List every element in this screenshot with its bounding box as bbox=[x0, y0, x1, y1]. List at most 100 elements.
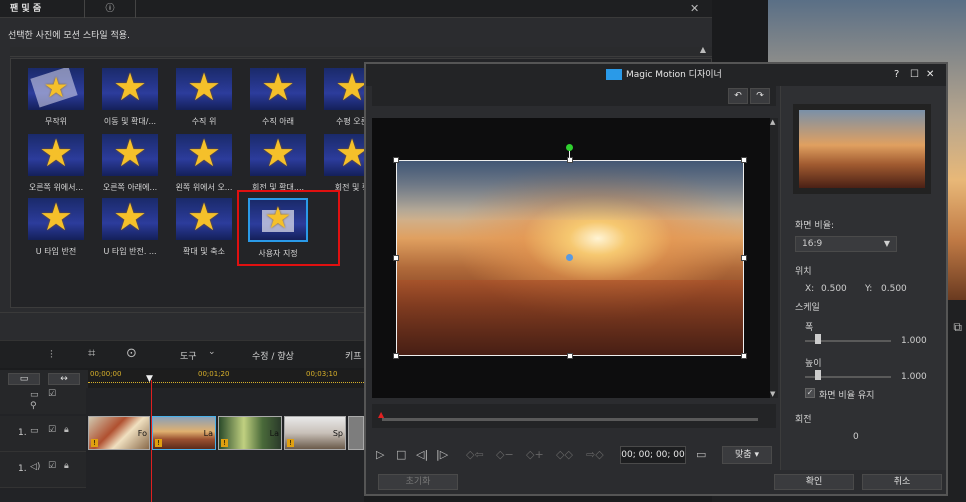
timecode-display[interactable]: 00; 00; 00; 00 bbox=[620, 446, 686, 464]
reset-button[interactable]: 초기화 bbox=[378, 474, 458, 490]
safe-zone-icon[interactable]: ▭ bbox=[696, 448, 706, 461]
maximize-icon[interactable]: ☐ bbox=[910, 64, 919, 86]
scroll-up-icon[interactable]: ▲ bbox=[770, 118, 775, 126]
resize-handle[interactable] bbox=[567, 353, 573, 359]
resize-handle[interactable] bbox=[741, 255, 747, 261]
next-keyframe-icon[interactable]: ⇨◇ bbox=[586, 448, 604, 461]
monitor-icon: ▭ bbox=[30, 390, 39, 400]
undo-icon[interactable]: ↶ bbox=[728, 88, 748, 104]
y-value[interactable]: 0.500 bbox=[881, 284, 907, 294]
keyframe-marker[interactable]: ▲ bbox=[378, 410, 384, 419]
tile-label: 수직 아래 bbox=[262, 117, 294, 126]
style-tile-custom[interactable]: ★ 사용자 지정 bbox=[246, 198, 310, 268]
x-value[interactable]: 0.500 bbox=[821, 284, 847, 294]
resize-handle[interactable] bbox=[741, 353, 747, 359]
clip-landscape-1[interactable]: La ! bbox=[152, 416, 216, 450]
close-icon[interactable]: ✕ bbox=[926, 64, 934, 86]
star-icon: ★ bbox=[112, 198, 148, 240]
resize-handle[interactable] bbox=[393, 255, 399, 261]
close-icon[interactable]: ✕ bbox=[690, 2, 699, 15]
style-tile-zoom-in-out[interactable]: ★ 확대 및 축소 bbox=[172, 198, 236, 268]
center-point-handle[interactable] bbox=[566, 254, 573, 261]
resize-handle[interactable] bbox=[567, 157, 573, 163]
clip-food[interactable]: Fo ! bbox=[88, 416, 150, 450]
star-icon: ★ bbox=[186, 198, 222, 240]
style-tile-vertical-up[interactable]: ★ 수직 위 bbox=[172, 68, 236, 138]
tile-label: 오른쪽 아래에... bbox=[102, 183, 158, 192]
lock-icon[interactable]: 🔒︎ bbox=[64, 461, 69, 471]
crop-icon[interactable]: ⌗ bbox=[88, 346, 95, 361]
add-keyframe-icon[interactable]: ◇+ bbox=[526, 448, 544, 461]
width-slider-thumb[interactable] bbox=[815, 334, 821, 344]
style-tile-bottom-right[interactable]: ★ 오른쪽 아래에... bbox=[98, 134, 162, 204]
aspect-ratio-select[interactable]: 16:9 ▼ bbox=[795, 236, 897, 252]
help-button[interactable]: ? bbox=[894, 64, 899, 86]
stop-icon[interactable]: □ bbox=[396, 448, 406, 461]
clip-sport[interactable]: Sp ! bbox=[284, 416, 346, 450]
keyframe-track[interactable]: ▲ bbox=[372, 404, 776, 428]
storyboard-view-icon[interactable]: ▭ bbox=[8, 373, 40, 385]
aspect-ratio-label: 화면 비율: bbox=[795, 221, 835, 231]
next-frame-icon[interactable]: |▷ bbox=[436, 448, 448, 461]
style-tile-u-flip[interactable]: ★ U 타입 반전 bbox=[24, 198, 88, 268]
prev-frame-icon[interactable]: ◁| bbox=[416, 448, 428, 461]
tab-pan-zoom[interactable]: 팬 및 줌 bbox=[0, 0, 51, 18]
redo-icon[interactable]: ↷ bbox=[750, 88, 770, 104]
resize-handle[interactable] bbox=[393, 157, 399, 163]
style-tile-move-zoom[interactable]: ★ 이동 및 확대/... bbox=[98, 68, 162, 138]
info-icon[interactable]: ⓘ bbox=[84, 0, 136, 18]
app-logo-icon bbox=[606, 69, 622, 80]
resize-handle[interactable] bbox=[741, 157, 747, 163]
prev-keyframe-icon[interactable]: ◇⇦ bbox=[466, 448, 484, 461]
tools-menu[interactable]: 도구 bbox=[180, 349, 197, 362]
width-value[interactable]: 1.000 bbox=[901, 336, 927, 346]
dropdown-circle-icon[interactable]: ⊙ bbox=[126, 346, 137, 361]
cancel-button[interactable]: 취소 bbox=[862, 474, 942, 490]
star-icon: ★ bbox=[112, 68, 148, 110]
style-tile-random[interactable]: ★ 무작위 bbox=[24, 68, 88, 138]
checkbox-icon[interactable]: ☑ bbox=[48, 461, 56, 471]
clip-partial[interactable] bbox=[348, 416, 364, 450]
ok-button[interactable]: 확인 bbox=[774, 474, 854, 490]
duplicate-keyframe-icon[interactable]: ◇◇ bbox=[556, 448, 573, 461]
preview-scrollbar[interactable]: ▲ ▼ bbox=[770, 118, 778, 398]
resize-handle[interactable] bbox=[393, 353, 399, 359]
checkbox-icon[interactable]: ☑ bbox=[48, 425, 56, 435]
play-icon[interactable]: ▷ bbox=[376, 448, 384, 461]
lock-icon[interactable]: 🔒︎ bbox=[64, 425, 69, 435]
edit-enhance-button[interactable]: 수정 / 향상 bbox=[252, 349, 294, 362]
external-link-icon[interactable]: ⧉ bbox=[953, 320, 962, 335]
clip-landscape-2[interactable]: La ! bbox=[218, 416, 282, 450]
checkbox-icon[interactable]: ☑ bbox=[48, 389, 56, 399]
preview-stage[interactable] bbox=[372, 118, 770, 398]
style-tile-top-left[interactable]: ★ 왼쪽 위에서 오... bbox=[172, 134, 236, 204]
scroll-up-icon[interactable]: ▲ bbox=[700, 45, 706, 54]
timeline-ruler[interactable]: 00;00;00 00;01;20 00;03;10 ▼ bbox=[88, 370, 364, 388]
keep-ratio-checkbox[interactable]: ✓ bbox=[805, 388, 815, 398]
height-slider-thumb[interactable] bbox=[815, 370, 821, 380]
fit-timeline-icon[interactable]: ↔ bbox=[48, 373, 80, 385]
style-tile-u-flip-2[interactable]: ★ U 타입 반전. ... bbox=[98, 198, 162, 268]
split-icon[interactable]: ⫶ bbox=[50, 348, 53, 362]
undo-redo-bar: ↶ ↷ bbox=[372, 86, 776, 106]
remove-keyframe-icon[interactable]: ◇− bbox=[496, 448, 514, 461]
style-tile-top-right[interactable]: ★ 오른쪽 위에서... bbox=[24, 134, 88, 204]
audio-track-icon: ◁) bbox=[30, 462, 41, 472]
playhead-line[interactable] bbox=[151, 380, 152, 502]
dialog-titlebar: Magic Motion 디자이너 ? ☐ ✕ bbox=[366, 64, 946, 86]
edit-toolbar: ⫶ ⌗ ⊙ 도구 ⌄ 수정 / 향상 키프 bbox=[0, 340, 364, 368]
star-icon: ★ bbox=[186, 68, 222, 110]
clip-label: La bbox=[203, 429, 213, 438]
style-tile-vertical-down[interactable]: ★ 수직 아래 bbox=[246, 68, 310, 138]
zoom-fit-dropdown[interactable]: 맞춤 ▾ bbox=[722, 446, 772, 464]
keyframe-button[interactable]: 키프 bbox=[345, 349, 362, 362]
rotate-handle[interactable] bbox=[566, 144, 573, 151]
star-icon: ★ bbox=[260, 134, 296, 176]
position-label: 위치 bbox=[795, 267, 812, 277]
chevron-down-icon[interactable]: ⌄ bbox=[208, 347, 216, 357]
pin-icon: ⚲ bbox=[30, 401, 37, 411]
chevron-down-icon: ▼ bbox=[883, 239, 890, 248]
scroll-down-icon[interactable]: ▼ bbox=[770, 390, 775, 398]
height-value[interactable]: 1.000 bbox=[901, 372, 927, 382]
rotation-value[interactable]: 0 bbox=[853, 432, 859, 442]
